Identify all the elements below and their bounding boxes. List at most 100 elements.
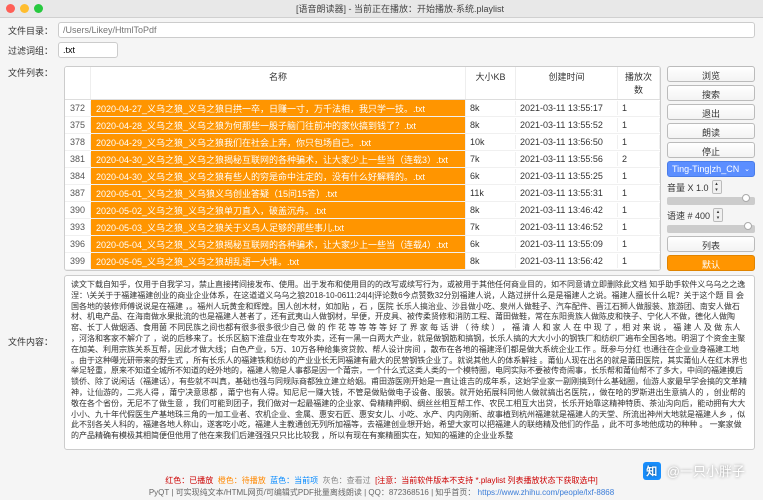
volume-slider[interactable] <box>667 197 755 205</box>
content-box[interactable]: 读文下载自知乎，仅用于自我学习，禁止直接拷间接发布、使用。出于发布和使用目的的改… <box>64 275 755 450</box>
table-row[interactable]: 375 2020-04-28_义乌之狼_义乌之狼为何那些一股子脑门往前冲的家伙搞… <box>65 117 660 134</box>
status-bar: 红色：已播放 橙色：待播放 蓝色：当前项 灰色：查看过 [注意：当前软件版本不支… <box>0 475 763 486</box>
cell-idx: 390 <box>65 203 91 217</box>
speed-row: 语速 # 400 ▴▾ <box>667 208 755 222</box>
exit-button[interactable]: 退出 <box>667 104 755 120</box>
col-count[interactable]: 播放次数 <box>618 67 660 99</box>
footer-qq: QQ：872368516 <box>368 488 429 497</box>
cell-time: 2021-03-11 13:46:52 <box>516 220 618 234</box>
cell-time: 2021-03-11 13:55:52 <box>516 118 618 132</box>
footer-link[interactable]: https://www.zhihu.com/people/lxf-8868 <box>478 488 615 497</box>
cell-idx: 375 <box>65 118 91 132</box>
search-button[interactable]: 搜索 <box>667 85 755 101</box>
status-red: 红色：已播放 <box>165 476 213 485</box>
file-table: 名称 大小KB 创建时间 播放次数 372 2020-04-27_义乌之狼_义乌… <box>64 66 661 271</box>
volume-row: 音量 X 1.0 ▴▾ <box>667 180 755 194</box>
status-note: [注意：当前软件版本不支持 *.playlist 列表播放状态下获取选中] <box>375 476 598 485</box>
status-blue: 蓝色：当前项 <box>270 476 318 485</box>
cell-name[interactable]: 2020-05-04_义乌之狼_义乌之狼揭秘互联网的各种骗术，让大家少上一些当（… <box>91 236 466 252</box>
voice-select-value: Ting-Ting|zh_CN <box>672 164 739 174</box>
status-orange: 橙色：待播放 <box>218 476 266 485</box>
cell-name[interactable]: 2020-04-28_义乌之狼_义乌之狼为何那些一股子脑门往前冲的家伙搞到钱了？… <box>91 117 466 133</box>
stop-button[interactable]: 停止 <box>667 142 755 158</box>
cell-name[interactable]: 2020-05-02_义乌之狼_义乌之狼单刀直入，破盖沉舟。.txt <box>91 202 466 218</box>
table-row[interactable]: 378 2020-04-29_义乌之狼_义乌之狼我们在社会上奔，你只包场自己。.… <box>65 134 660 151</box>
footer-prefix: PyQT | 可实现纯文本/HTML网页/可编辑式PDF批量离线朗读 | <box>149 488 369 497</box>
table-row[interactable]: 384 2020-04-30_义乌之狼_义乌之狼有些人的穷是命中注定的，没有什么… <box>65 168 660 185</box>
col-idx <box>65 67 91 99</box>
cell-count: 1 <box>618 220 660 234</box>
cell-size: 8k <box>466 101 516 115</box>
dir-input[interactable] <box>58 22 755 38</box>
volume-stepper[interactable]: ▴▾ <box>712 180 722 194</box>
col-size[interactable]: 大小KB <box>466 67 516 99</box>
table-row[interactable]: 381 2020-04-30_义乌之狼_义乌之狼揭秘互联网的各种骗术，让大家少上… <box>65 151 660 168</box>
cell-time: 2021-03-11 13:56:50 <box>516 135 618 149</box>
cell-count: 1 <box>618 135 660 149</box>
cell-time: 2021-03-11 13:55:31 <box>516 186 618 200</box>
browse-button[interactable]: 浏览 <box>667 66 755 82</box>
cell-name[interactable]: 2020-04-30_义乌之狼_义乌之狼有些人的穷是命中注定的，没有什么好解释的… <box>91 168 466 184</box>
filter-input[interactable] <box>58 42 118 58</box>
cell-size: 7k <box>466 152 516 166</box>
volume-label: 音量 X 1.0 <box>667 181 709 194</box>
cell-count: 1 <box>618 101 660 115</box>
cell-time: 2021-03-11 13:55:56 <box>516 152 618 166</box>
cell-name[interactable]: 2020-04-29_义乌之狼_义乌之狼我们在社会上奔，你只包场自己。.txt <box>91 134 466 150</box>
close-icon[interactable] <box>6 4 15 13</box>
maximize-icon[interactable] <box>34 4 43 13</box>
window-controls <box>6 4 43 13</box>
footer: PyQT | 可实现纯文本/HTML网页/可编辑式PDF批量离线朗读 | QQ：… <box>0 487 763 498</box>
table-row[interactable]: 399 2020-05-05_义乌之狼_义乌之狼胡乱语一大堆。.txt 8k 2… <box>65 253 660 270</box>
col-name[interactable]: 名称 <box>91 67 466 99</box>
cell-count: 1 <box>618 254 660 268</box>
table-row[interactable]: 390 2020-05-02_义乌之狼_义乌之狼单刀直入，破盖沉舟。.txt 8… <box>65 202 660 219</box>
table-row[interactable]: 393 2020-05-03_义乌之狼_义乌之狼关于义乌人足够的那些事儿.txt… <box>65 219 660 236</box>
minimize-icon[interactable] <box>20 4 29 13</box>
cell-time: 2021-03-11 13:46:42 <box>516 203 618 217</box>
cell-idx: 384 <box>65 169 91 183</box>
cell-idx: 399 <box>65 254 91 268</box>
window-title: [语音朗读器] - 当前正在播放：开始播放-系统.playlist <box>43 2 757 15</box>
filter-label: 过滤词组： <box>8 44 58 57</box>
cell-count: 1 <box>618 237 660 251</box>
cell-name[interactable]: 2020-04-27_义乌之狼_义乌之狼日拱一卒，日赚一寸，万千法相，我只学一技… <box>91 100 466 116</box>
cell-idx: 396 <box>65 237 91 251</box>
cell-idx: 393 <box>65 220 91 234</box>
cell-name[interactable]: 2020-04-30_义乌之狼_义乌之狼揭秘互联网的各种骗术，让大家少上一些当（… <box>91 151 466 167</box>
table-row[interactable]: 372 2020-04-27_义乌之狼_义乌之狼日拱一卒，日赚一寸，万千法相，我… <box>65 100 660 117</box>
status-gray: 灰色：查看过 <box>323 476 371 485</box>
cell-size: 8k <box>466 254 516 268</box>
cell-size: 6k <box>466 169 516 183</box>
cell-idx: 378 <box>65 135 91 149</box>
read-button[interactable]: 朗读 <box>667 123 755 139</box>
cell-size: 7k <box>466 220 516 234</box>
cell-idx: 372 <box>65 101 91 115</box>
cell-size: 8k <box>466 203 516 217</box>
cell-size: 8k <box>466 118 516 132</box>
list-label: 文件列表： <box>8 66 58 271</box>
window-titlebar: [语音朗读器] - 当前正在播放：开始播放-系统.playlist <box>0 0 763 18</box>
voice-select[interactable]: Ting-Ting|zh_CN ⌄ <box>667 161 755 177</box>
cell-count: 1 <box>618 186 660 200</box>
list-button[interactable]: 列表 <box>667 236 755 252</box>
cell-idx: 381 <box>65 152 91 166</box>
footer-sep: | 知乎首页： <box>431 488 475 497</box>
table-row[interactable]: 387 2020-05-01_义乌之狼_义乌狼义乌创业答疑（15问15答）.tx… <box>65 185 660 202</box>
cell-name[interactable]: 2020-05-05_义乌之狼_义乌之狼胡乱语一大堆。.txt <box>91 253 466 269</box>
chevron-down-icon: ⌄ <box>744 165 750 173</box>
cell-count: 1 <box>618 118 660 132</box>
cell-name[interactable]: 2020-05-03_义乌之狼_义乌之狼关于义乌人足够的那些事儿.txt <box>91 219 466 235</box>
col-time[interactable]: 创建时间 <box>516 67 618 99</box>
dir-label: 文件目录： <box>8 24 58 37</box>
speed-slider[interactable] <box>667 225 755 233</box>
content-label: 文件内容： <box>8 275 58 450</box>
cell-size: 6k <box>466 237 516 251</box>
cell-time: 2021-03-11 13:55:17 <box>516 101 618 115</box>
default-button[interactable]: 默认 <box>667 255 755 271</box>
table-row[interactable]: 396 2020-05-04_义乌之狼_义乌之狼揭秘互联网的各种骗术，让大家少上… <box>65 236 660 253</box>
cell-name[interactable]: 2020-05-01_义乌之狼_义乌狼义乌创业答疑（15问15答）.txt <box>91 185 466 201</box>
cell-count: 1 <box>618 203 660 217</box>
speed-stepper[interactable]: ▴▾ <box>713 208 723 222</box>
cell-idx: 387 <box>65 186 91 200</box>
